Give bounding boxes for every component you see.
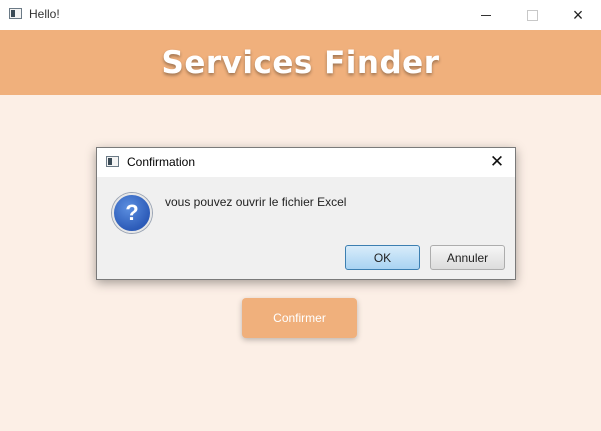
app-header: Services Finder — [0, 30, 601, 95]
question-icon: ? — [112, 193, 152, 233]
cancel-button[interactable]: Annuler — [430, 245, 505, 270]
confirmation-dialog: Confirmation ✕ ? vous pouvez ouvrir le f… — [96, 147, 516, 280]
confirm-button[interactable]: Confirmer — [242, 298, 357, 338]
minimize-icon — [481, 14, 491, 16]
app-window-icon — [9, 8, 22, 19]
close-icon: × — [572, 5, 584, 25]
ok-button[interactable]: OK — [345, 245, 420, 270]
dialog-close-button[interactable]: ✕ — [485, 151, 509, 173]
dialog-titlebar: Confirmation ✕ — [97, 148, 515, 177]
window-titlebar: Hello! × — [0, 0, 601, 30]
app-title: Services Finder — [161, 44, 440, 81]
close-button[interactable]: × — [555, 0, 601, 30]
close-icon: ✕ — [489, 152, 505, 171]
window-title: Hello! — [29, 7, 60, 21]
maximize-icon — [526, 9, 538, 21]
dialog-window-icon — [106, 156, 119, 167]
minimize-button[interactable] — [463, 0, 509, 30]
dialog-message: vous pouvez ouvrir le fichier Excel — [165, 195, 347, 209]
dialog-title: Confirmation — [127, 155, 196, 169]
maximize-button[interactable] — [509, 0, 555, 30]
